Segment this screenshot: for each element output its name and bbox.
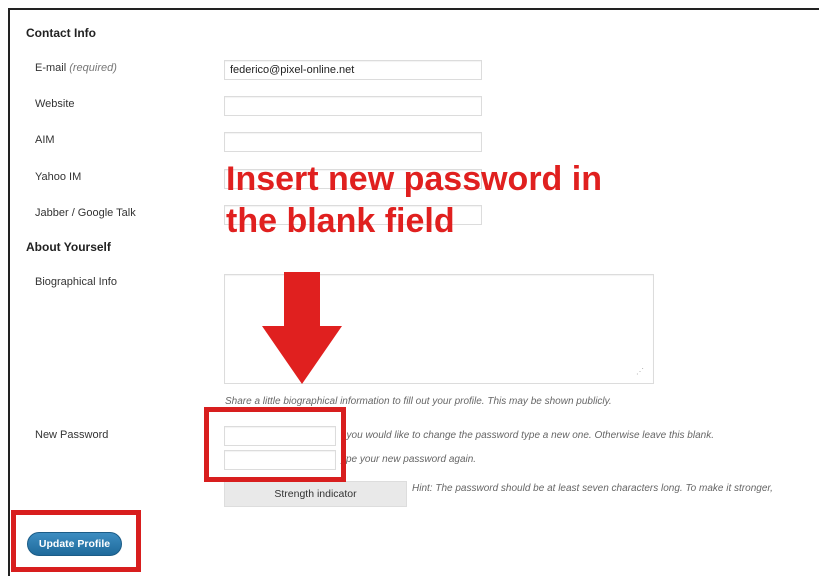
website-label: Website bbox=[35, 98, 75, 110]
new-password-label: New Password bbox=[35, 429, 109, 441]
down-arrow-icon bbox=[262, 272, 342, 384]
bio-label: Biographical Info bbox=[35, 276, 117, 288]
section-about-yourself: About Yourself bbox=[26, 240, 111, 254]
email-label-text: E-mail bbox=[35, 62, 67, 74]
yahoo-label: Yahoo IM bbox=[35, 171, 82, 183]
resize-handle-icon[interactable]: ⋰ bbox=[636, 367, 644, 376]
required-note: (required) bbox=[69, 62, 117, 74]
annotation-line-2: the blank field bbox=[226, 202, 455, 240]
password-highlight-box bbox=[204, 407, 346, 482]
password-hint-3: Hint: The password should be at least se… bbox=[412, 483, 773, 494]
email-field[interactable]: federico@pixel-online.net bbox=[224, 60, 482, 80]
strength-indicator: Strength indicator bbox=[224, 481, 407, 507]
aim-field[interactable] bbox=[224, 132, 482, 152]
email-label: E-mail (required) bbox=[35, 62, 117, 74]
section-contact-info: Contact Info bbox=[26, 26, 96, 40]
annotation-line-1: Insert new password in bbox=[226, 160, 602, 198]
password-hint-1: f you would like to change the password … bbox=[341, 430, 714, 441]
website-field[interactable] bbox=[224, 96, 482, 116]
aim-label: AIM bbox=[35, 134, 55, 146]
bio-description: Share a little biographical information … bbox=[225, 396, 612, 407]
button-highlight-box bbox=[11, 510, 141, 572]
jabber-label: Jabber / Google Talk bbox=[35, 207, 136, 219]
password-hint-2: ype your new password again. bbox=[341, 454, 477, 465]
